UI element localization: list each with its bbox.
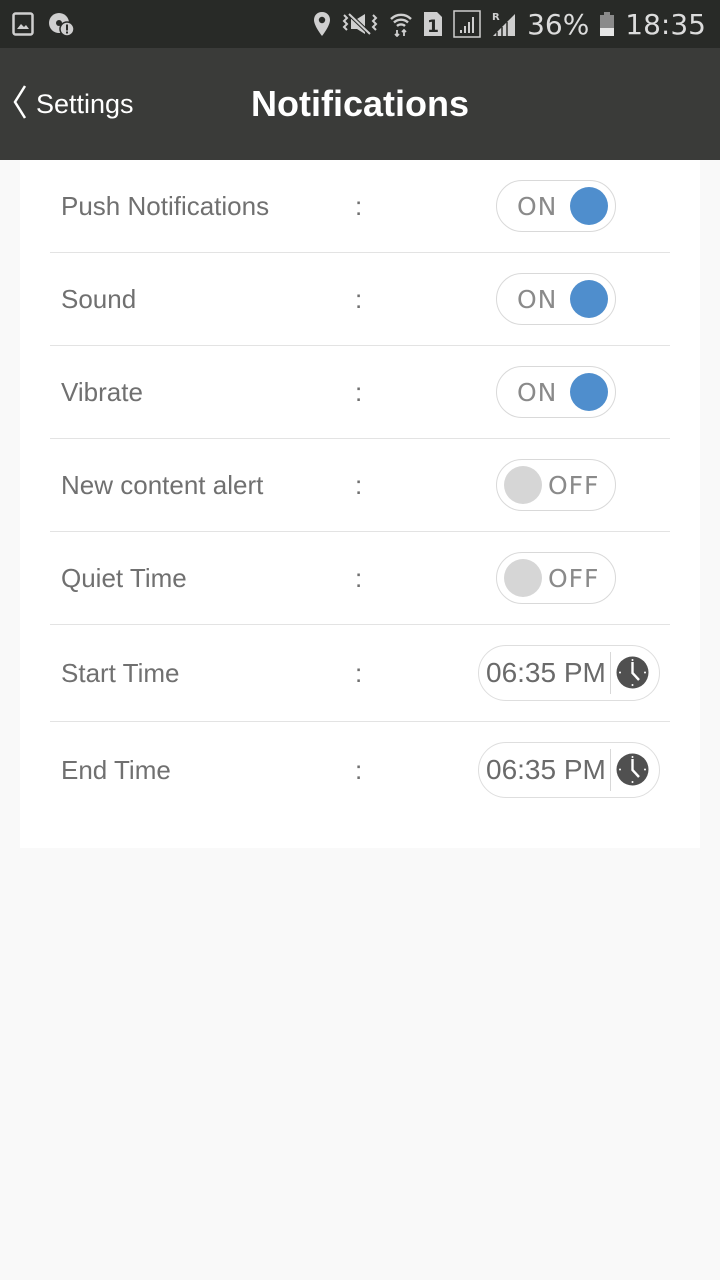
location-icon	[313, 11, 331, 37]
setting-label: New content alert	[61, 469, 264, 500]
label-separator: :	[355, 755, 363, 785]
push-notifications-toggle[interactable]: ON	[496, 180, 616, 232]
label-separator: :	[355, 283, 363, 314]
sound-toggle[interactable]: ON	[496, 273, 616, 325]
toggle-knob	[504, 466, 542, 504]
start-time-picker[interactable]: 06:35 PM	[478, 645, 660, 701]
vibrate-mute-icon	[341, 11, 379, 37]
wifi-icon	[389, 11, 413, 37]
setting-label: Sound	[61, 283, 137, 314]
label-separator: :	[355, 657, 363, 688]
toggle-state-label: ON	[517, 284, 558, 314]
quiet-time-toggle[interactable]: OFF	[496, 552, 616, 604]
vibrate-toggle[interactable]: ON	[496, 366, 616, 418]
notification-settings-card: Push Notifications : ON Sound : ON Vibra…	[20, 160, 700, 848]
back-button[interactable]: Settings	[12, 48, 134, 160]
roaming-signal-icon: R	[491, 10, 517, 38]
toggle-knob	[570, 280, 608, 318]
svg-text:R: R	[492, 12, 500, 23]
clock-icon[interactable]	[616, 656, 649, 689]
start-time-value: 06:35 PM	[486, 657, 606, 688]
gallery-icon	[12, 12, 34, 36]
label-separator: :	[355, 562, 363, 593]
setting-label: Vibrate	[61, 376, 143, 407]
end-time-value: 06:35 PM	[486, 754, 606, 785]
sim-1-icon: 1	[423, 11, 443, 37]
label-separator: :	[355, 469, 363, 500]
clock-icon[interactable]	[616, 753, 649, 786]
toggle-knob	[570, 187, 608, 225]
chevron-left-icon	[12, 84, 28, 125]
setting-row-sound: Sound : ON	[50, 253, 670, 346]
divider	[610, 749, 611, 791]
setting-row-start-time: Start Time : 06:35 PM	[50, 625, 670, 722]
toggle-knob	[504, 559, 542, 597]
battery-percent: 36%	[527, 7, 590, 41]
toggle-knob	[570, 373, 608, 411]
toggle-state-label: OFF	[548, 563, 600, 593]
setting-label: Push Notifications	[61, 190, 270, 221]
divider	[610, 652, 611, 694]
status-bar: 1 R 36% 18:35	[0, 0, 720, 48]
setting-row-vibrate: Vibrate : ON	[50, 346, 670, 439]
battery-icon	[599, 11, 615, 37]
end-time-picker[interactable]: 06:35 PM	[478, 742, 660, 798]
setting-row-quiet-time: Quiet Time : OFF	[50, 532, 670, 625]
app-bar: Settings Notifications	[0, 48, 720, 160]
label-separator: :	[355, 190, 363, 221]
setting-label: End Time	[61, 755, 171, 785]
setting-row-new-content-alert: New content alert : OFF	[50, 439, 670, 532]
new-content-alert-toggle[interactable]: OFF	[496, 459, 616, 511]
signal-icon	[453, 10, 481, 38]
toggle-state-label: OFF	[548, 470, 600, 500]
data-saver-alert-icon	[48, 12, 74, 36]
setting-row-push-notifications: Push Notifications : ON	[50, 160, 670, 253]
toggle-state-label: ON	[517, 377, 558, 407]
setting-label: Start Time	[61, 657, 180, 688]
back-label: Settings	[36, 88, 134, 119]
svg-text:1: 1	[427, 17, 439, 37]
setting-label: Quiet Time	[61, 562, 187, 593]
setting-row-end-time: End Time : 06:35 PM	[50, 722, 670, 819]
clock-time: 18:35	[625, 7, 706, 41]
label-separator: :	[355, 376, 363, 407]
toggle-state-label: ON	[517, 191, 558, 221]
